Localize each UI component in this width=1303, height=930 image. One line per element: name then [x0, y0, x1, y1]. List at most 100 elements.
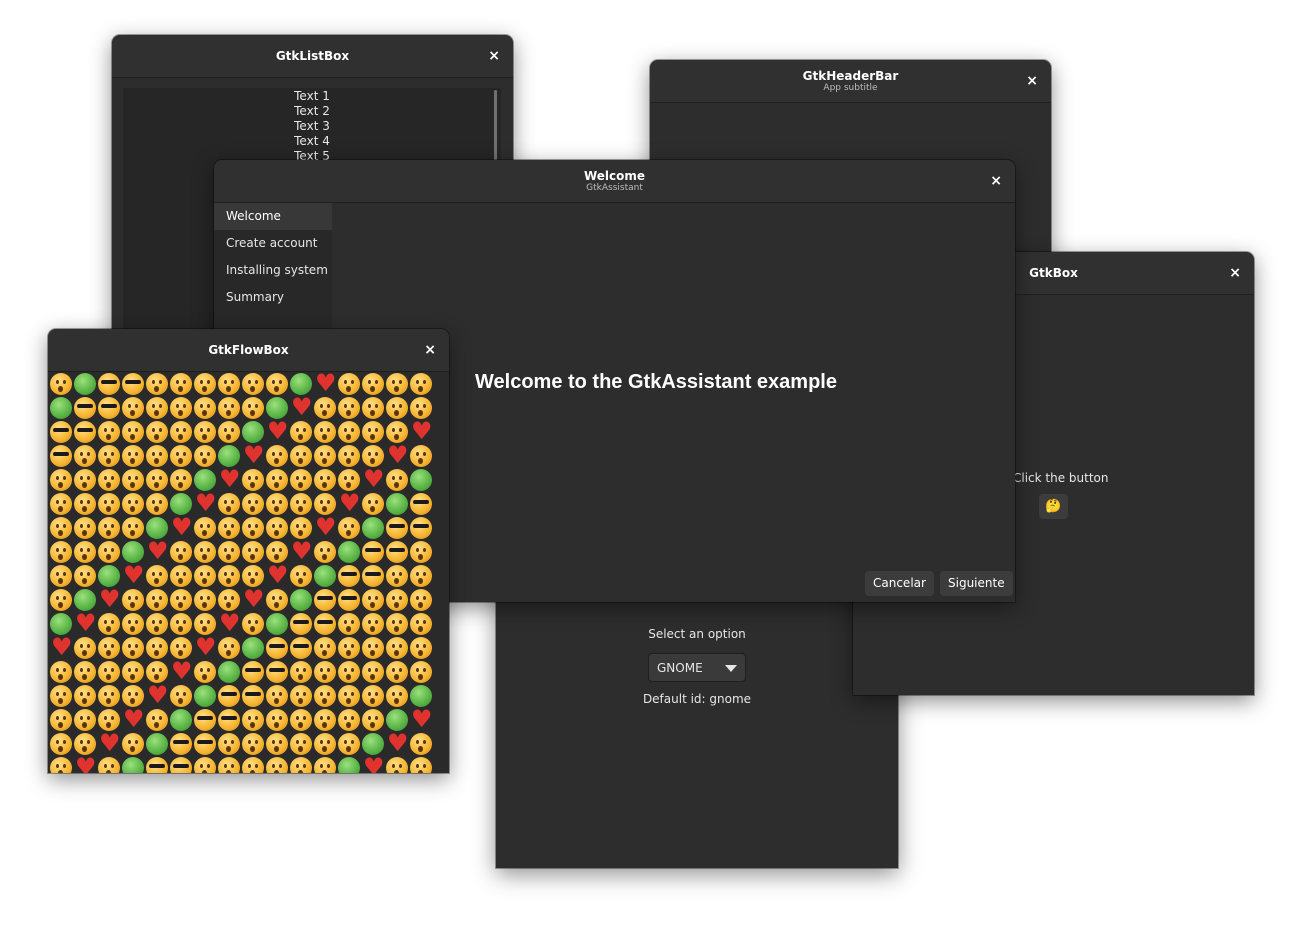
sunglasses-face-emoji-icon[interactable] [122, 373, 144, 395]
face-emoji-icon[interactable] [146, 397, 168, 419]
heart-emoji-icon[interactable] [170, 513, 193, 541]
face-emoji-icon[interactable] [242, 373, 264, 395]
heart-emoji-icon[interactable] [410, 417, 433, 445]
face-emoji-icon[interactable] [338, 709, 360, 731]
face-emoji-icon[interactable] [170, 541, 192, 563]
face-emoji-icon[interactable] [122, 397, 144, 419]
face-emoji-icon[interactable] [290, 421, 312, 443]
face-emoji-icon[interactable] [50, 493, 72, 515]
face-emoji-icon[interactable] [338, 661, 360, 683]
face-emoji-icon[interactable] [266, 493, 288, 515]
face-emoji-icon[interactable] [242, 541, 264, 563]
face-emoji-icon[interactable] [218, 541, 240, 563]
face-emoji-icon[interactable] [338, 373, 360, 395]
sunglasses-face-emoji-icon[interactable] [290, 613, 312, 635]
face-emoji-icon[interactable] [146, 709, 168, 731]
face-emoji-icon[interactable] [170, 685, 192, 707]
face-emoji-icon[interactable] [50, 661, 72, 683]
heart-emoji-icon[interactable] [266, 561, 289, 589]
heart-emoji-icon[interactable] [98, 729, 121, 757]
heart-emoji-icon[interactable] [242, 441, 265, 469]
sunglasses-face-emoji-icon[interactable] [314, 589, 336, 611]
sick-face-emoji-icon[interactable] [98, 565, 120, 587]
sunglasses-face-emoji-icon[interactable] [410, 493, 432, 515]
sick-face-emoji-icon[interactable] [194, 469, 216, 491]
sunglasses-face-emoji-icon[interactable] [314, 613, 336, 635]
face-emoji-icon[interactable] [242, 469, 264, 491]
heart-emoji-icon[interactable] [50, 633, 73, 661]
face-emoji-icon[interactable] [338, 397, 360, 419]
heart-emoji-icon[interactable] [74, 609, 97, 637]
face-emoji-icon[interactable] [74, 637, 96, 659]
sick-face-emoji-icon[interactable] [122, 541, 144, 563]
face-emoji-icon[interactable] [146, 637, 168, 659]
face-emoji-icon[interactable] [98, 469, 120, 491]
sunglasses-face-emoji-icon[interactable] [242, 685, 264, 707]
sunglasses-face-emoji-icon[interactable] [170, 757, 192, 773]
close-icon[interactable]: × [488, 49, 500, 63]
heart-emoji-icon[interactable] [314, 513, 337, 541]
face-emoji-icon[interactable] [242, 565, 264, 587]
face-emoji-icon[interactable] [242, 493, 264, 515]
sick-face-emoji-icon[interactable] [122, 757, 144, 773]
face-emoji-icon[interactable] [146, 661, 168, 683]
face-emoji-icon[interactable] [410, 757, 432, 773]
face-emoji-icon[interactable] [338, 613, 360, 635]
face-emoji-icon[interactable] [338, 517, 360, 539]
face-emoji-icon[interactable] [242, 397, 264, 419]
face-emoji-icon[interactable] [194, 541, 216, 563]
face-emoji-icon[interactable] [242, 733, 264, 755]
face-emoji-icon[interactable] [314, 493, 336, 515]
face-emoji-icon[interactable] [266, 469, 288, 491]
heart-emoji-icon[interactable] [194, 633, 217, 661]
face-emoji-icon[interactable] [314, 397, 336, 419]
face-emoji-icon[interactable] [362, 709, 384, 731]
cancel-button[interactable]: Cancelar [865, 571, 934, 596]
face-emoji-icon[interactable] [410, 565, 432, 587]
sick-face-emoji-icon[interactable] [194, 685, 216, 707]
face-emoji-icon[interactable] [50, 469, 72, 491]
face-emoji-icon[interactable] [386, 565, 408, 587]
sick-face-emoji-icon[interactable] [362, 517, 384, 539]
face-emoji-icon[interactable] [218, 517, 240, 539]
face-emoji-icon[interactable] [98, 637, 120, 659]
face-emoji-icon[interactable] [74, 709, 96, 731]
sunglasses-face-emoji-icon[interactable] [194, 733, 216, 755]
heart-emoji-icon[interactable] [410, 705, 433, 733]
face-emoji-icon[interactable] [146, 493, 168, 515]
close-icon[interactable]: × [990, 174, 1002, 188]
face-emoji-icon[interactable] [266, 541, 288, 563]
face-emoji-icon[interactable] [362, 637, 384, 659]
sunglasses-face-emoji-icon[interactable] [266, 661, 288, 683]
face-emoji-icon[interactable] [338, 421, 360, 443]
face-emoji-icon[interactable] [74, 517, 96, 539]
sick-face-emoji-icon[interactable] [50, 613, 72, 635]
face-emoji-icon[interactable] [266, 757, 288, 773]
face-emoji-icon[interactable] [338, 637, 360, 659]
sunglasses-face-emoji-icon[interactable] [170, 733, 192, 755]
face-emoji-icon[interactable] [218, 757, 240, 773]
face-emoji-icon[interactable] [98, 517, 120, 539]
face-emoji-icon[interactable] [170, 373, 192, 395]
sunglasses-face-emoji-icon[interactable] [98, 397, 120, 419]
sick-face-emoji-icon[interactable] [338, 541, 360, 563]
sunglasses-face-emoji-icon[interactable] [50, 445, 72, 467]
face-emoji-icon[interactable] [98, 661, 120, 683]
face-emoji-icon[interactable] [170, 397, 192, 419]
face-emoji-icon[interactable] [170, 637, 192, 659]
face-emoji-icon[interactable] [290, 757, 312, 773]
sunglasses-face-emoji-icon[interactable] [194, 709, 216, 731]
face-emoji-icon[interactable] [386, 589, 408, 611]
face-emoji-icon[interactable] [146, 373, 168, 395]
face-emoji-icon[interactable] [170, 445, 192, 467]
face-emoji-icon[interactable] [290, 445, 312, 467]
face-emoji-icon[interactable] [386, 613, 408, 635]
sick-face-emoji-icon[interactable] [50, 397, 72, 419]
close-icon[interactable]: × [1026, 74, 1038, 88]
sick-face-emoji-icon[interactable] [362, 733, 384, 755]
sick-face-emoji-icon[interactable] [266, 397, 288, 419]
face-emoji-icon[interactable] [410, 541, 432, 563]
face-emoji-icon[interactable] [386, 757, 408, 773]
list-item[interactable]: Text 1 [123, 89, 501, 104]
face-emoji-icon[interactable] [98, 685, 120, 707]
